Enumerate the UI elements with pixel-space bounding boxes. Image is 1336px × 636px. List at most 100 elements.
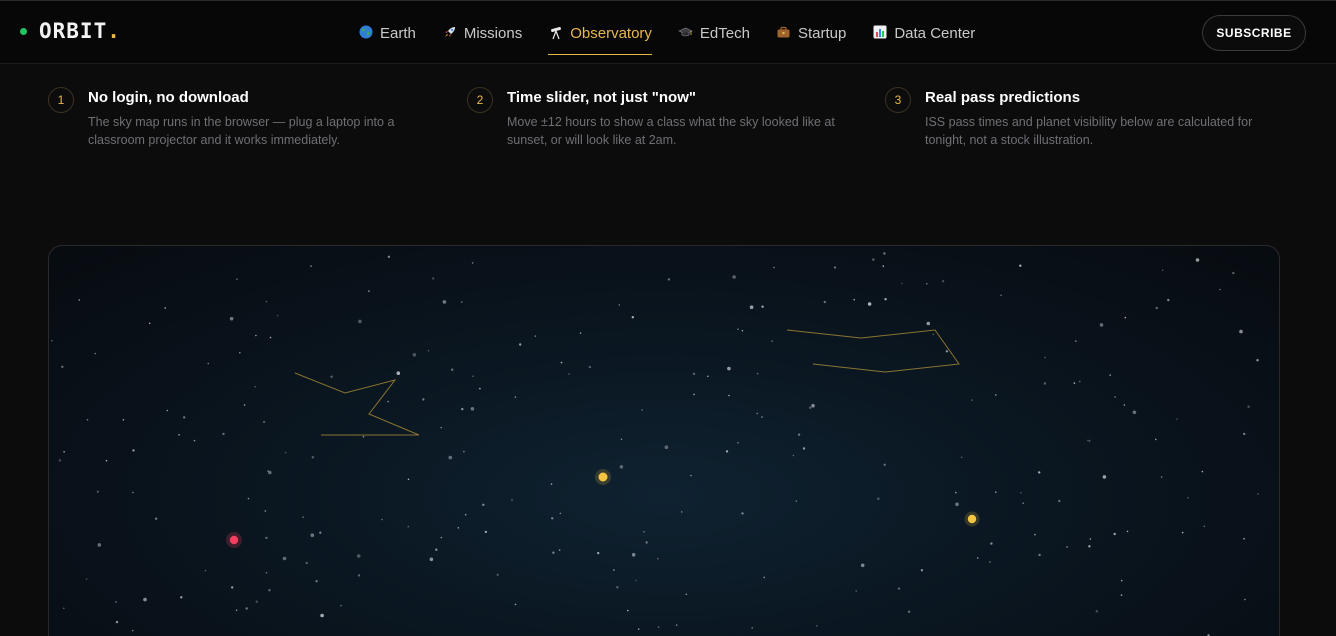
nav-label: Missions [463, 24, 523, 42]
star [1095, 610, 1099, 613]
star [795, 500, 798, 502]
nav-item-missions[interactable]: Missions [442, 1, 522, 65]
star [78, 299, 81, 301]
nav-item-data-center[interactable]: Data Center [872, 1, 975, 65]
constellation-line [294, 372, 420, 436]
feature-number-badge: 2 [467, 87, 493, 113]
star [727, 366, 731, 371]
star [85, 578, 88, 580]
star [479, 387, 481, 390]
brand-logo[interactable]: ORBIT. [20, 19, 121, 43]
star [61, 365, 64, 368]
telescope-icon [548, 25, 564, 41]
star [262, 420, 266, 424]
sky-map[interactable] [48, 245, 1280, 636]
star [1244, 598, 1246, 601]
star [802, 447, 806, 450]
star [741, 329, 744, 332]
star [519, 343, 522, 346]
star [284, 451, 287, 454]
star [315, 580, 318, 583]
star [620, 438, 623, 441]
star [207, 362, 210, 365]
star [588, 365, 592, 369]
star [816, 625, 818, 627]
star [154, 517, 158, 520]
star [631, 316, 634, 319]
page: ORBIT. Earth Missions Observatory EdTech… [0, 0, 1336, 636]
subscribe-button[interactable]: SUBSCRIBE [1202, 15, 1306, 51]
star [131, 629, 134, 632]
star [362, 435, 365, 438]
star [690, 474, 692, 477]
star [976, 557, 979, 559]
star [667, 278, 671, 281]
star [637, 628, 640, 630]
star [809, 406, 812, 409]
star [484, 530, 488, 534]
graduation-cap-icon [678, 25, 694, 41]
nav-item-edtech[interactable]: EdTech [678, 1, 750, 65]
star [231, 586, 234, 589]
star [1038, 471, 1041, 474]
star [255, 334, 257, 337]
star [222, 432, 225, 436]
star [1181, 531, 1184, 534]
star [560, 361, 563, 364]
star [631, 553, 636, 557]
star-field [51, 252, 1259, 636]
star [1043, 382, 1047, 385]
star [763, 576, 765, 579]
star [63, 451, 65, 453]
feature-number-badge: 3 [885, 87, 911, 113]
star [464, 513, 467, 516]
star [1000, 294, 1002, 297]
star [311, 456, 314, 459]
star [926, 282, 928, 285]
nav-item-observatory[interactable]: Observatory [548, 1, 652, 65]
star [756, 412, 758, 415]
star [51, 339, 53, 342]
star [877, 497, 880, 500]
rocket-icon [442, 25, 458, 41]
star [254, 385, 256, 388]
star [387, 255, 391, 258]
star [340, 604, 342, 607]
sky-map-canvas[interactable] [49, 246, 1280, 636]
star [1058, 499, 1061, 503]
star [496, 573, 499, 576]
star [245, 607, 248, 610]
star [1044, 356, 1046, 359]
star [1187, 497, 1189, 499]
star [302, 516, 304, 518]
star [320, 613, 324, 618]
star [989, 561, 991, 563]
star [897, 587, 901, 590]
star [641, 409, 643, 411]
star [1102, 475, 1107, 479]
star [442, 300, 447, 304]
star [1201, 470, 1204, 473]
star [268, 589, 271, 592]
nav-item-earth[interactable]: Earth [358, 1, 416, 65]
star [855, 590, 857, 592]
star [1019, 264, 1022, 267]
constellation-left [294, 372, 420, 436]
star [457, 527, 460, 529]
star [63, 607, 65, 610]
star [471, 262, 474, 264]
star [1079, 380, 1081, 383]
star [728, 394, 730, 397]
star [867, 302, 872, 306]
star [1073, 382, 1076, 384]
star [435, 548, 438, 551]
star [1088, 440, 1091, 442]
star [693, 393, 695, 396]
star [860, 563, 865, 568]
star [725, 450, 729, 453]
star [792, 454, 795, 457]
nav-item-startup[interactable]: Startup [776, 1, 846, 65]
feature-number-badge: 1 [48, 87, 74, 113]
star [235, 609, 238, 611]
main-nav: Earth Missions Observatory EdTech Startu… [358, 1, 1001, 65]
